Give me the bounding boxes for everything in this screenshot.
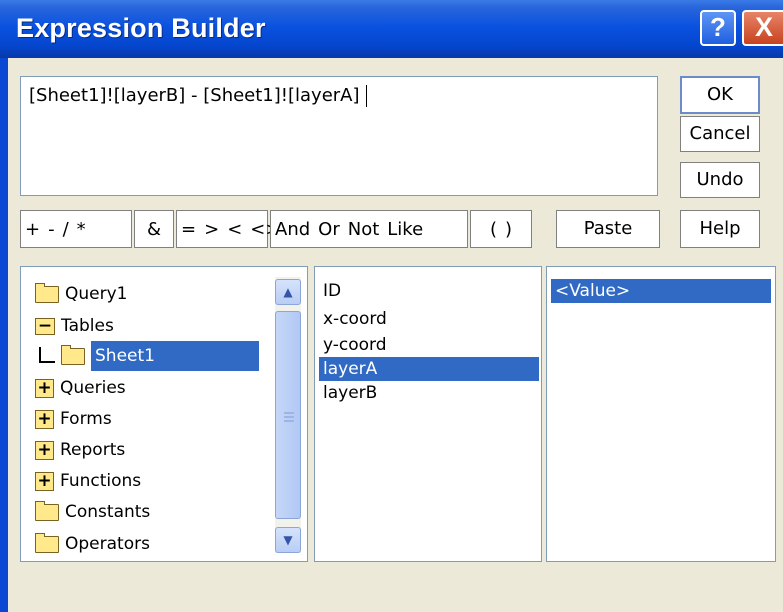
tree-item-functions[interactable]: + Functions	[35, 468, 141, 494]
operator-or-button[interactable]: Or	[314, 219, 344, 240]
expand-icon[interactable]: +	[35, 409, 54, 429]
window-title: Expression Builder	[16, 13, 266, 43]
tree-item-forms[interactable]: + Forms	[35, 406, 112, 432]
tree-item-sheet1[interactable]: Sheet1	[61, 341, 259, 371]
comparison-operators: = > < <>	[176, 210, 280, 248]
paste-button[interactable]: Paste	[556, 210, 660, 248]
field-item-x-coord[interactable]: x-coord	[319, 307, 539, 331]
expression-builder-dialog: Expression Builder ? X [Sheet1]![layerB]…	[0, 0, 783, 612]
text-caret	[365, 85, 367, 107]
tree-item-constants[interactable]: Constants	[35, 499, 150, 525]
operator-open-paren-button[interactable]: (	[486, 219, 501, 240]
folder-icon	[35, 532, 59, 553]
close-button[interactable]: X	[742, 10, 783, 46]
field-item-layera[interactable]: layerA	[319, 357, 539, 381]
operator-close-paren-button[interactable]: )	[501, 219, 516, 240]
tree-item-queries[interactable]: + Queries	[35, 375, 126, 401]
scroll-up-arrow-icon[interactable]: ▲	[275, 279, 301, 305]
scroll-down-arrow-icon[interactable]: ▼	[275, 527, 301, 553]
field-item-id[interactable]: ID	[319, 279, 539, 303]
expand-icon[interactable]: +	[35, 378, 54, 398]
operator-equals-button[interactable]: =	[177, 219, 200, 240]
operator-and-button[interactable]: And	[271, 219, 314, 240]
help-button[interactable]: Help	[680, 210, 760, 248]
window-border	[0, 58, 8, 612]
ok-button[interactable]: OK	[680, 76, 760, 114]
title-bar[interactable]: Expression Builder ? X	[0, 0, 783, 58]
operator-multiply-button[interactable]: *	[73, 219, 90, 240]
tree-item-tables[interactable]: − Tables	[35, 313, 114, 339]
object-tree[interactable]: Query1 − Tables Sheet1 + Queries + Forms + R…	[20, 266, 308, 562]
folder-icon	[35, 282, 59, 303]
parenthesis-operators: ( )	[470, 210, 532, 248]
operator-greater-button[interactable]: >	[200, 219, 223, 240]
tree-scrollbar[interactable]: ▲ ▼	[275, 277, 301, 553]
operator-divide-button[interactable]: /	[59, 219, 73, 240]
folder-icon	[35, 500, 59, 521]
arithmetic-operators: + - / *	[20, 210, 132, 248]
field-item-y-coord[interactable]: y-coord	[319, 333, 539, 357]
operator-minus-button[interactable]: -	[44, 219, 59, 240]
expression-input[interactable]: [Sheet1]![layerB] - [Sheet1]![layerA]	[20, 76, 658, 196]
cancel-button[interactable]: Cancel	[680, 116, 760, 152]
tree-item-operators[interactable]: Operators	[35, 531, 150, 557]
operator-less-button[interactable]: <	[223, 219, 246, 240]
undo-button[interactable]: Undo	[680, 162, 760, 198]
concat-operator: &	[134, 210, 174, 248]
expression-text: [Sheet1]![layerB] - [Sheet1]![layerA]	[29, 85, 360, 106]
fields-list[interactable]: ID x-coord y-coord layerA layerB	[314, 266, 542, 562]
open-folder-icon	[61, 344, 85, 365]
scroll-thumb[interactable]	[275, 311, 301, 519]
operator-like-button[interactable]: Like	[383, 219, 427, 240]
logical-operators: And Or Not Like	[270, 210, 468, 248]
field-item-layerb[interactable]: layerB	[319, 381, 539, 405]
value-item[interactable]: <Value>	[551, 279, 771, 303]
operator-not-button[interactable]: Not	[344, 219, 384, 240]
tree-item-query1[interactable]: Query1	[35, 281, 127, 307]
help-title-button[interactable]: ?	[700, 10, 736, 46]
operator-plus-button[interactable]: +	[21, 219, 44, 240]
tree-connector-line	[39, 347, 55, 363]
expand-icon[interactable]: +	[35, 471, 54, 491]
values-list[interactable]: <Value>	[546, 266, 776, 562]
expand-icon[interactable]: +	[35, 440, 54, 460]
operator-ampersand-button[interactable]: &	[143, 219, 165, 240]
tree-item-reports[interactable]: + Reports	[35, 437, 125, 463]
collapse-icon[interactable]: −	[35, 317, 55, 335]
